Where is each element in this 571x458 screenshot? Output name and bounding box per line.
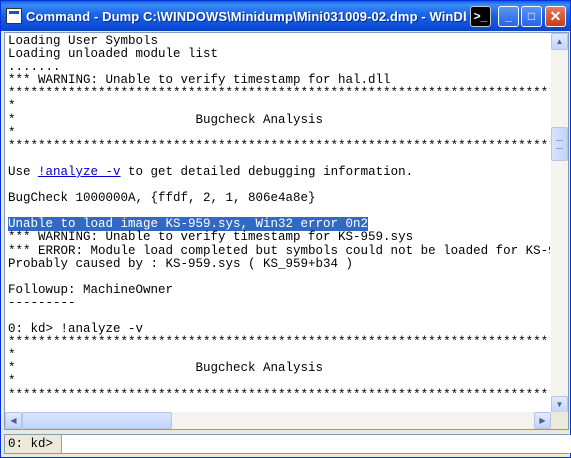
output-line: ****************************************… <box>8 138 550 153</box>
output-text: Loading unloaded module list <box>8 47 219 62</box>
scroll-left-button[interactable]: ◀ <box>5 412 22 429</box>
scroll-right-button[interactable]: ▶ <box>534 412 551 429</box>
output-line: * Bugcheck Analysis <box>8 362 550 375</box>
output-text: ****************************************… <box>8 138 550 153</box>
output-text: *** ERROR: Module load completed but sym… <box>8 243 550 258</box>
output-line: * Bugcheck Analysis <box>8 112 550 127</box>
output-line: ****************************************… <box>8 336 550 349</box>
scroll-up-button[interactable]: ▲ <box>551 33 568 50</box>
output-line: BugCheck 1000000A, {ffdf, 2, 1, 806e4a8e… <box>8 192 550 205</box>
maximize-button[interactable]: □ <box>521 6 542 27</box>
output-text: Probably caused by : KS-959.sys ( KS_959… <box>8 256 354 271</box>
command-output-pane[interactable]: Loading User Symbols Loading unloaded mod… <box>4 32 569 430</box>
command-input[interactable] <box>63 435 571 453</box>
output-line: ****************************************… <box>8 87 550 100</box>
output-text: BugCheck 1000000A, {ffdf, 2, 1, 806e4a8e… <box>8 191 316 206</box>
minimize-button[interactable]: _ <box>498 6 519 27</box>
output-text: ****************************************… <box>8 387 550 402</box>
output-text: ....... <box>8 60 61 75</box>
output-text: * <box>8 99 16 114</box>
output-text: Use <box>8 164 39 179</box>
output-text: to get detailed debugging information. <box>120 164 414 179</box>
output-line: ****************************************… <box>8 387 550 402</box>
output-text: 0: kd> !analyze -v <box>8 322 144 337</box>
selected-text: Unable to load image KS-959.sys, Win32 e… <box>8 217 369 232</box>
vertical-scrollbar[interactable]: ▲ ▼ <box>551 33 568 413</box>
output-text: ****************************************… <box>8 86 550 101</box>
command-window-icon <box>6 8 22 24</box>
close-button[interactable]: ✕ <box>545 6 566 27</box>
command-line: 0: kd> <box>4 434 571 454</box>
window-title: Command - Dump C:\WINDOWS\Minidump\Mini0… <box>26 9 466 24</box>
windbg-window: Command - Dump C:\WINDOWS\Minidump\Mini0… <box>0 0 571 458</box>
output-text: Loading User Symbols <box>8 35 159 48</box>
output-text: Followup: MachineOwner <box>8 282 174 297</box>
title-bar[interactable]: Command - Dump C:\WINDOWS\Minidump\Mini0… <box>1 1 570 31</box>
output-text: * Bugcheck Analysis <box>8 361 324 376</box>
horizontal-scrollbar[interactable]: ◀ ▶ <box>5 412 551 429</box>
output-line: Use !analyze -v to get detailed debuggin… <box>8 164 550 179</box>
analyze-v-link[interactable]: !analyze -v <box>38 165 121 179</box>
output-text: *** WARNING: Unable to verify timestamp … <box>8 230 414 245</box>
horizontal-scroll-thumb[interactable] <box>22 412 172 429</box>
output-text: * <box>8 374 16 389</box>
scrollbar-corner <box>551 412 568 429</box>
output-text: * <box>8 348 16 363</box>
output-text: * <box>8 125 16 140</box>
vertical-scroll-thumb[interactable] <box>551 127 568 161</box>
output-line: Followup: MachineOwner <box>8 282 550 297</box>
output-text: ****************************************… <box>8 335 550 350</box>
windbg-app-button[interactable]: >_ <box>470 6 491 27</box>
scroll-down-button[interactable]: ▼ <box>551 396 568 413</box>
output-line: --------- <box>8 295 550 310</box>
kd-prompt: 0: kd> <box>5 435 62 453</box>
output-text: *** WARNING: Unable to verify timestamp … <box>8 73 391 88</box>
output-text-area[interactable]: Loading User Symbols Loading unloaded mod… <box>8 35 550 413</box>
output-line: Probably caused by : KS-959.sys ( KS_959… <box>8 256 550 271</box>
output-text: * Bugcheck Analysis <box>8 112 324 127</box>
output-text: --------- <box>8 295 76 310</box>
output-line: Loading unloaded module list <box>8 48 550 61</box>
